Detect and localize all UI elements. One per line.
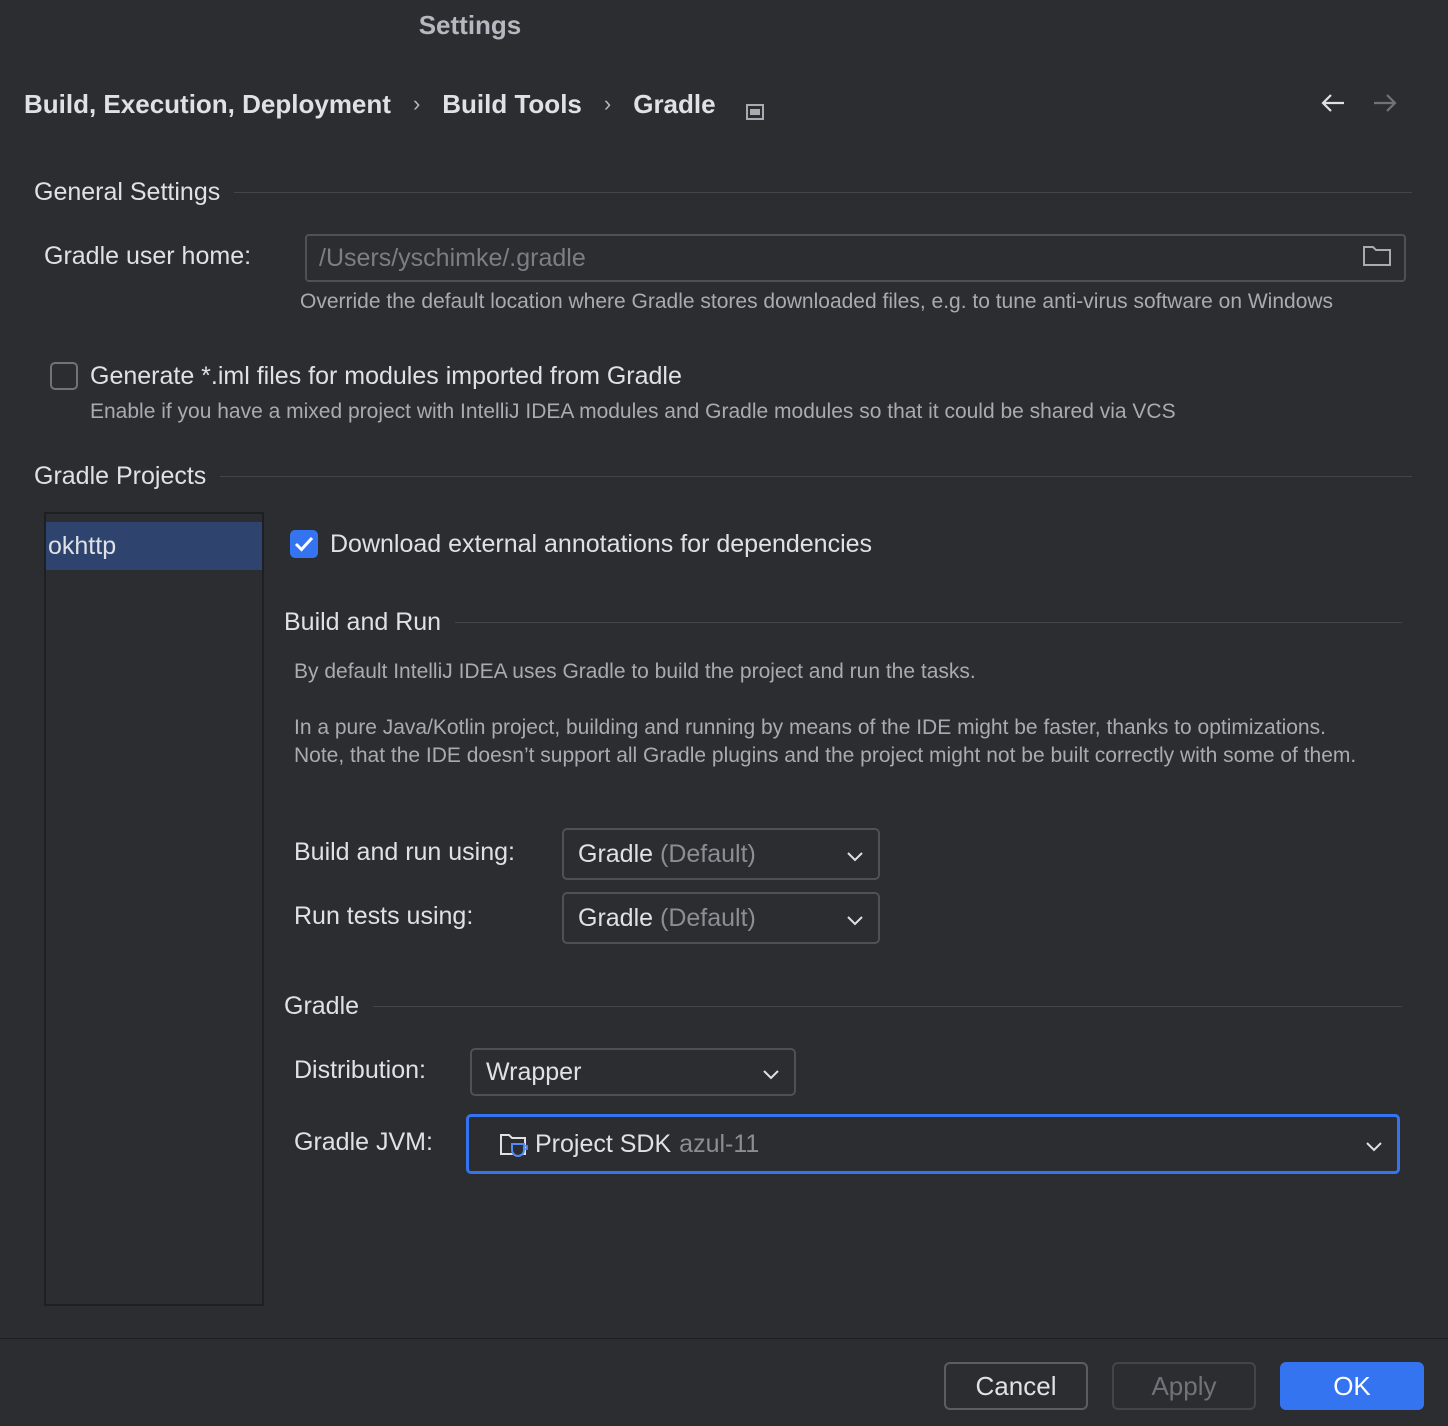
navigation-arrows [1318, 88, 1400, 118]
footer-separator [0, 1338, 1448, 1339]
gradle-jvm-label: Gradle JVM: [294, 1128, 433, 1156]
gradle-jvm-value: Project SDK [535, 1129, 672, 1158]
breadcrumb-item-build-tools[interactable]: Build Tools [442, 89, 582, 120]
cancel-button[interactable]: Cancel [944, 1362, 1088, 1410]
build-and-run-title: Build and Run [284, 607, 442, 636]
apply-button[interactable]: Apply [1112, 1362, 1256, 1410]
separator-line [455, 621, 1402, 623]
gradle-projects-header: Gradle Projects [34, 460, 1412, 492]
build-run-using-default-tag: (Default) [660, 839, 756, 868]
breadcrumb-separator: › [412, 91, 421, 116]
chevron-down-icon [846, 904, 864, 933]
checkmark-icon [294, 536, 314, 552]
distribution-label: Distribution: [294, 1056, 426, 1084]
folder-icon[interactable] [1362, 243, 1392, 274]
gradle-user-home-value: /Users/yschimke/.gradle [319, 243, 586, 272]
project-item-label: okhttp [48, 531, 117, 560]
project-scope-icon [745, 96, 764, 120]
download-annotations-label[interactable]: Download external annotations for depend… [330, 530, 872, 559]
breadcrumb-item-gradle: Gradle [633, 88, 716, 119]
general-settings-title: General Settings [34, 177, 221, 206]
separator-line [234, 191, 1412, 193]
build-and-run-note: In a pure Java/Kotlin project, building … [294, 716, 1357, 767]
gradle-user-home-hint: Override the default location where Grad… [300, 290, 1334, 313]
window-title: Settings [418, 10, 522, 40]
forward-arrow-icon[interactable] [1370, 88, 1400, 118]
gradle-jvm-sdk-name: azul-11 [679, 1129, 760, 1158]
gradle-projects-title: Gradle Projects [34, 461, 207, 490]
ok-button[interactable]: OK [1280, 1362, 1424, 1410]
sdk-folder-icon [499, 1130, 529, 1158]
gradle-jvm-select[interactable]: Project SDK azul-11 [466, 1114, 1400, 1174]
build-and-run-description: By default IntelliJ IDEA uses Gradle to … [294, 660, 976, 683]
build-run-using-selected: Gradle (Default) [578, 840, 846, 869]
gradle-projects-list[interactable]: okhttp [44, 512, 264, 1306]
build-run-using-select[interactable]: Gradle (Default) [562, 828, 880, 880]
separator-line [373, 1005, 1402, 1007]
build-and-run-header: Build and Run [284, 606, 1402, 638]
breadcrumb: Build, Execution, Deployment › Build Too… [24, 86, 764, 122]
gradle-section-title: Gradle [284, 991, 360, 1020]
gradle-user-home-label: Gradle user home: [44, 242, 252, 270]
project-item-okhttp[interactable]: okhttp [46, 522, 262, 570]
chevron-down-icon [846, 840, 864, 869]
generate-iml-checkbox[interactable] [50, 362, 78, 390]
run-tests-using-label: Run tests using: [294, 902, 474, 930]
run-tests-using-select[interactable]: Gradle (Default) [562, 892, 880, 944]
general-settings-header: General Settings [34, 176, 1412, 208]
distribution-value: Wrapper [486, 1057, 582, 1086]
gradle-section-header: Gradle [284, 990, 1402, 1022]
run-tests-using-value: Gradle [578, 903, 654, 932]
chevron-down-icon [1365, 1130, 1383, 1159]
distribution-select[interactable]: Wrapper [470, 1048, 796, 1096]
generate-iml-hint: Enable if you have a mixed project with … [90, 400, 1176, 423]
breadcrumb-item-build-execution-deployment[interactable]: Build, Execution, Deployment [24, 89, 391, 120]
breadcrumb-separator: › [603, 91, 612, 116]
download-annotations-checkbox[interactable] [290, 530, 318, 558]
gradle-user-home-input[interactable]: /Users/yschimke/.gradle [305, 234, 1406, 282]
separator-line [220, 475, 1412, 477]
run-tests-using-selected: Gradle (Default) [578, 904, 846, 933]
gradle-jvm-selected: Project SDK azul-11 [483, 1130, 1365, 1159]
build-run-using-label: Build and run using: [294, 838, 515, 866]
build-run-using-value: Gradle [578, 839, 654, 868]
generate-iml-label[interactable]: Generate *.iml files for modules importe… [90, 362, 682, 391]
chevron-down-icon [762, 1058, 780, 1087]
run-tests-using-default-tag: (Default) [660, 903, 756, 932]
back-arrow-icon[interactable] [1318, 88, 1348, 118]
